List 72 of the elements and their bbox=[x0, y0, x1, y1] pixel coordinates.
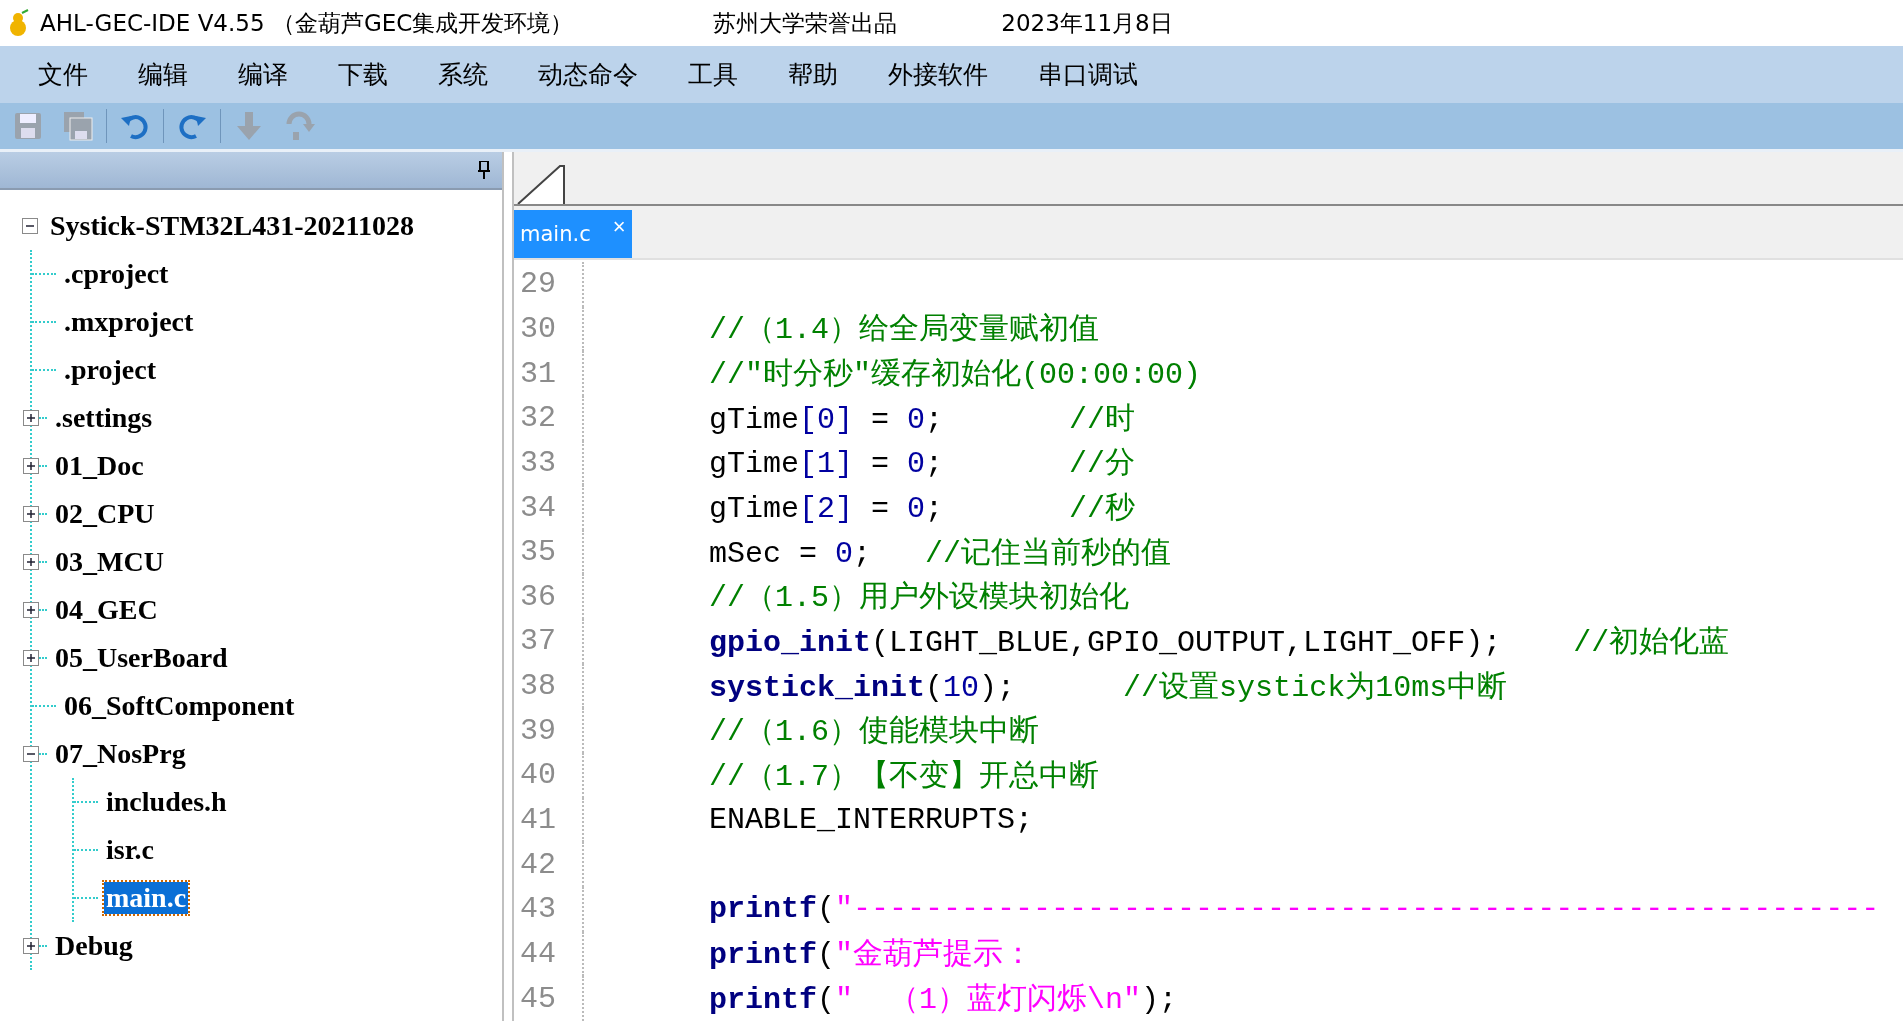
menu-item[interactable]: 编译 bbox=[222, 58, 304, 91]
line-number: 40 bbox=[514, 753, 584, 798]
tree-item[interactable]: isr.c bbox=[104, 834, 156, 866]
line-number: 34 bbox=[514, 485, 584, 530]
code-line: gTime[1] = 0; //分 bbox=[708, 446, 1136, 484]
menu-item[interactable]: 动态命令 bbox=[522, 58, 654, 91]
tree-item[interactable]: main.c bbox=[104, 882, 189, 914]
code-line: gpio_init(LIGHT_BLUE,GPIO_OUTPUT,LIGHT_OFF); //初始化蓝 bbox=[708, 624, 1730, 662]
expand-toggle-icon[interactable] bbox=[23, 506, 39, 522]
expand-toggle-icon[interactable] bbox=[23, 458, 39, 474]
tree-item[interactable]: .cproject bbox=[62, 258, 171, 290]
code-line: systick_init(10); //设置systick为10ms中断 bbox=[708, 669, 1508, 707]
menu-item[interactable]: 文件 bbox=[22, 58, 104, 91]
code-line: mSec = 0; //记住当前秒的值 bbox=[708, 535, 1172, 573]
tree-item[interactable]: 02_CPU bbox=[53, 498, 157, 530]
tree-item[interactable]: .settings bbox=[53, 402, 155, 434]
line-number: 44 bbox=[514, 931, 584, 977]
tree-item[interactable]: .project bbox=[62, 354, 158, 386]
code-line: //"时分秒"缓存初始化(00:00:00) bbox=[708, 357, 1202, 395]
gourd-logo-icon bbox=[8, 9, 30, 37]
code-line: ENABLE_INTERRUPTS; bbox=[708, 803, 1034, 837]
line-number: 43 bbox=[514, 886, 584, 932]
line-number: 42 bbox=[514, 842, 584, 887]
line-number: 39 bbox=[514, 708, 584, 754]
line-number: 35 bbox=[514, 529, 584, 575]
menu-item[interactable]: 编辑 bbox=[122, 58, 204, 91]
code-line: printf(" （1）蓝灯闪烁\n"); bbox=[708, 982, 1178, 1020]
expand-toggle-icon[interactable] bbox=[23, 938, 39, 954]
publisher-text: 苏州大学荣誉出品 bbox=[713, 8, 898, 38]
code-line: gTime[0] = 0; //时 bbox=[708, 401, 1136, 439]
menu-item[interactable]: 系统 bbox=[422, 58, 504, 91]
menu-item[interactable]: 工具 bbox=[672, 58, 754, 91]
tree-item[interactable]: .mxproject bbox=[62, 306, 196, 338]
expand-toggle-icon[interactable] bbox=[23, 602, 39, 618]
tree-item[interactable]: 05_UserBoard bbox=[53, 642, 230, 674]
code-line: //（1.6）使能模块中断 bbox=[708, 714, 1039, 752]
line-number: 33 bbox=[514, 440, 584, 486]
code-line: gTime[2] = 0; //秒 bbox=[708, 491, 1136, 528]
code-line: //（1.7）【不变】开总中断 bbox=[708, 758, 1099, 796]
line-number: 36 bbox=[514, 574, 584, 620]
line-number: 32 bbox=[514, 395, 584, 441]
pin-icon[interactable] bbox=[478, 161, 490, 179]
menu-item[interactable]: 下载 bbox=[322, 58, 404, 91]
line-number: 41 bbox=[514, 797, 584, 843]
tree-item[interactable]: 01_Doc bbox=[53, 450, 146, 482]
line-number: 38 bbox=[514, 663, 584, 709]
menu-item[interactable]: 外接软件 bbox=[872, 58, 1004, 91]
tree-item[interactable]: 06_SoftComponent bbox=[62, 690, 297, 722]
code-line: printf("金葫芦提示： bbox=[708, 937, 1034, 975]
menu-item[interactable]: 帮助 bbox=[772, 58, 854, 91]
line-number: 31 bbox=[514, 351, 584, 396]
collapse-toggle-icon[interactable] bbox=[23, 746, 39, 762]
tree-item[interactable]: 04_GEC bbox=[53, 594, 160, 626]
code-line: //（1.4）给全局变量赋初值 bbox=[708, 312, 1099, 350]
tree-item[interactable]: 07_NosPrg bbox=[53, 738, 188, 770]
expand-toggle-icon[interactable] bbox=[23, 554, 39, 570]
expand-toggle-icon[interactable] bbox=[23, 410, 39, 426]
code-line: printf("--------------------------------------------------------- bbox=[708, 892, 1880, 927]
code-line: //（1.5）用户外设模块初始化 bbox=[708, 580, 1129, 618]
tree-item[interactable]: Debug bbox=[53, 930, 135, 962]
collapse-toggle-icon[interactable] bbox=[22, 218, 38, 234]
tree-item[interactable]: Systick-STM32L431-20211028 bbox=[48, 210, 417, 242]
line-number: 37 bbox=[514, 619, 584, 664]
date-text: 2023年11月8日 bbox=[1001, 8, 1173, 38]
tree-item[interactable]: includes.h bbox=[104, 786, 229, 818]
line-number: 29 bbox=[514, 262, 584, 307]
menu-item[interactable]: 串口调试 bbox=[1022, 58, 1154, 91]
line-number: 45 bbox=[514, 976, 584, 1021]
tree-item[interactable]: 03_MCU bbox=[53, 546, 166, 578]
line-number: 30 bbox=[514, 306, 584, 352]
expand-toggle-icon[interactable] bbox=[23, 650, 39, 666]
window-title: AHL-GEC-IDE V4.55 （金葫芦GEC集成开发环境） bbox=[40, 8, 574, 38]
